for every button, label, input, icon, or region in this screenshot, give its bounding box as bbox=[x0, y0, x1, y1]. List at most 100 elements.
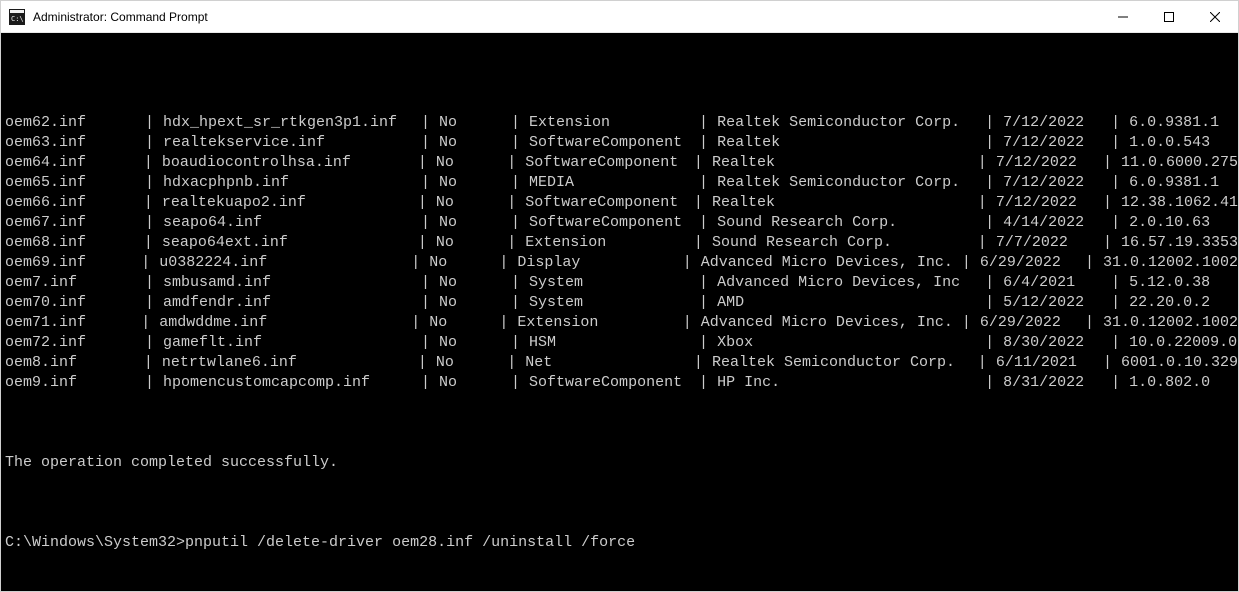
table-row: oem63.inf | realtekservice.inf | No | So… bbox=[5, 133, 1238, 153]
col-provider: Xbox bbox=[717, 333, 985, 353]
col-file: seapo64.inf bbox=[163, 213, 421, 233]
table-row: oem7.inf | smbusamd.inf | No | System | … bbox=[5, 273, 1238, 293]
col-date: 6/4/2021 bbox=[1003, 273, 1111, 293]
col-file: realtekuapo2.inf bbox=[162, 193, 418, 213]
col-version: 22.20.0.2 bbox=[1129, 293, 1210, 313]
col-class: MEDIA bbox=[529, 173, 699, 193]
col-file: boaudiocontrolhsa.inf bbox=[162, 153, 418, 173]
col-inf: oem71.inf bbox=[5, 313, 141, 333]
col-provider: HP Inc. bbox=[717, 373, 985, 393]
col-file: seapo64ext.inf bbox=[162, 233, 418, 253]
col-version: 16.57.19.3353 bbox=[1121, 233, 1238, 253]
col-version: 6.0.9381.1 bbox=[1129, 173, 1219, 193]
command-input[interactable]: pnputil /delete-driver oem28.inf /uninst… bbox=[185, 534, 635, 551]
col-date: 7/12/2022 bbox=[1003, 173, 1111, 193]
col-date: 7/12/2022 bbox=[996, 153, 1103, 173]
col-provider: Advanced Micro Devices, Inc. bbox=[701, 253, 962, 273]
col-class: Net bbox=[525, 353, 694, 373]
col-date: 8/31/2022 bbox=[1003, 373, 1111, 393]
table-row: oem64.inf | boaudiocontrolhsa.inf | No |… bbox=[5, 153, 1238, 173]
col-file: u0382224.inf bbox=[159, 253, 411, 273]
col-date: 8/30/2022 bbox=[1003, 333, 1111, 353]
terminal-output: oem62.inf | hdx_hpext_sr_rtkgen3p1.inf |… bbox=[1, 73, 1238, 591]
col-file: amdfendr.inf bbox=[163, 293, 421, 313]
col-class: Extension bbox=[525, 233, 694, 253]
col-class: SoftwareComponent bbox=[525, 193, 694, 213]
col-version: 31.0.12002.1002 bbox=[1103, 253, 1238, 273]
col-provider: Sound Research Corp. bbox=[712, 233, 978, 253]
table-row: oem72.inf | gameflt.inf | No | HSM | Xbo… bbox=[5, 333, 1238, 353]
col-version: 6.0.9381.1 bbox=[1129, 113, 1219, 133]
window-title: Administrator: Command Prompt bbox=[33, 10, 1100, 24]
col-signed: No bbox=[439, 113, 511, 133]
col-version: 6001.0.10.329 bbox=[1121, 353, 1238, 373]
col-inf: oem66.inf bbox=[5, 193, 144, 213]
col-provider: Realtek Semiconductor Corp. bbox=[717, 113, 985, 133]
table-row: oem70.inf | amdfendr.inf | No | System |… bbox=[5, 293, 1238, 313]
col-version: 10.0.22009.0 bbox=[1129, 333, 1237, 353]
table-row: oem69.inf | u0382224.inf | No | Display … bbox=[5, 253, 1238, 273]
table-row: oem71.inf | amdwddme.inf | No | Extensio… bbox=[5, 313, 1238, 333]
col-inf: oem64.inf bbox=[5, 153, 144, 173]
col-inf: oem62.inf bbox=[5, 113, 145, 133]
terminal-area[interactable]: oem62.inf | hdx_hpext_sr_rtkgen3p1.inf |… bbox=[1, 33, 1238, 591]
col-version: 12.38.1062.41 bbox=[1121, 193, 1238, 213]
maximize-button[interactable] bbox=[1146, 1, 1192, 33]
col-version: 1.0.0.543 bbox=[1129, 133, 1210, 153]
col-version: 31.0.12002.1002 bbox=[1103, 313, 1238, 333]
col-signed: No bbox=[439, 213, 511, 233]
col-version: 2.0.10.63 bbox=[1129, 213, 1210, 233]
col-inf: oem69.inf bbox=[5, 253, 141, 273]
prompt-path: C:\Windows\System32> bbox=[5, 534, 185, 551]
table-row: oem67.inf | seapo64.inf | No | SoftwareC… bbox=[5, 213, 1238, 233]
col-class: SoftwareComponent bbox=[529, 133, 699, 153]
col-date: 7/7/2022 bbox=[996, 233, 1103, 253]
col-date: 7/12/2022 bbox=[1003, 113, 1111, 133]
col-provider: Advanced Micro Devices, Inc bbox=[717, 273, 985, 293]
col-inf: oem70.inf bbox=[5, 293, 145, 313]
col-inf: oem65.inf bbox=[5, 173, 145, 193]
close-button[interactable] bbox=[1192, 1, 1238, 33]
col-class: System bbox=[529, 293, 699, 313]
col-class: SoftwareComponent bbox=[529, 373, 699, 393]
col-date: 7/12/2022 bbox=[1003, 133, 1111, 153]
col-class: Display bbox=[517, 253, 682, 273]
col-provider: AMD bbox=[717, 293, 985, 313]
col-file: hpomencustomcapcomp.inf bbox=[163, 373, 421, 393]
col-signed: No bbox=[429, 313, 499, 333]
svg-text:C:\: C:\ bbox=[11, 15, 24, 23]
col-file: netrtwlane6.inf bbox=[162, 353, 418, 373]
col-file: amdwddme.inf bbox=[159, 313, 411, 333]
col-date: 4/14/2022 bbox=[1003, 213, 1111, 233]
col-provider: Realtek Semiconductor Corp. bbox=[717, 173, 985, 193]
col-provider: Sound Research Corp. bbox=[717, 213, 985, 233]
col-signed: No bbox=[436, 153, 507, 173]
col-file: hdxacphpnb.inf bbox=[163, 173, 421, 193]
prompt-line: C:\Windows\System32>pnputil /delete-driv… bbox=[5, 533, 1238, 553]
col-inf: oem63.inf bbox=[5, 133, 145, 153]
col-file: hdx_hpext_sr_rtkgen3p1.inf bbox=[163, 113, 421, 133]
col-date: 6/11/2021 bbox=[996, 353, 1103, 373]
col-inf: oem7.inf bbox=[5, 273, 145, 293]
col-signed: No bbox=[436, 233, 507, 253]
col-signed: No bbox=[436, 353, 507, 373]
col-inf: oem67.inf bbox=[5, 213, 145, 233]
col-date: 7/12/2022 bbox=[996, 193, 1103, 213]
operation-message: The operation completed successfully. bbox=[5, 453, 1238, 473]
col-signed: No bbox=[429, 253, 499, 273]
col-signed: No bbox=[439, 173, 511, 193]
col-date: 5/12/2022 bbox=[1003, 293, 1111, 313]
col-provider: Realtek Semiconductor Corp. bbox=[712, 353, 978, 373]
col-class: HSM bbox=[529, 333, 699, 353]
col-class: System bbox=[529, 273, 699, 293]
minimize-button[interactable] bbox=[1100, 1, 1146, 33]
command-prompt-window: C:\ Administrator: Command Prompt oem62.… bbox=[0, 0, 1239, 592]
col-inf: oem9.inf bbox=[5, 373, 145, 393]
col-signed: No bbox=[439, 373, 511, 393]
window-controls bbox=[1100, 1, 1238, 32]
col-inf: oem8.inf bbox=[5, 353, 144, 373]
col-provider: Realtek bbox=[712, 193, 978, 213]
col-signed: No bbox=[439, 333, 511, 353]
col-date: 6/29/2022 bbox=[980, 313, 1085, 333]
titlebar[interactable]: C:\ Administrator: Command Prompt bbox=[1, 1, 1238, 33]
